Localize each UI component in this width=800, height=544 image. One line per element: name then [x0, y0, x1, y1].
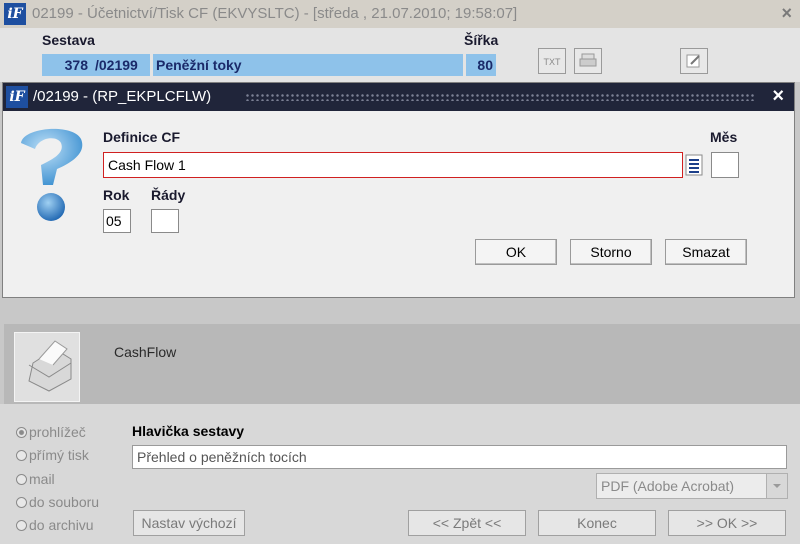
radio-icon: [16, 474, 27, 485]
dialog-close-icon[interactable]: ×: [772, 85, 784, 108]
dialog-title-bar: iF /02199 - (RP_EKPLCFLW) ×: [3, 83, 794, 111]
edit-button[interactable]: [680, 48, 708, 74]
hlavicka-label: Hlavička sestavy: [132, 423, 245, 439]
hlavicka-input[interactable]: Přehled o peněžních tocích: [132, 445, 787, 469]
radio-icon: [16, 497, 27, 508]
chevron-down-icon[interactable]: [766, 474, 787, 498]
txt-export-button[interactable]: TXT: [538, 48, 566, 74]
zpet-button[interactable]: << Zpět <<: [408, 510, 526, 536]
radio-icon: [16, 520, 27, 531]
sirka-field[interactable]: 80: [466, 54, 496, 76]
definice-cf-input[interactable]: Cash Flow 1: [103, 152, 683, 178]
sirka-label: Šířka: [464, 32, 499, 48]
report-icon-tile: [14, 332, 80, 402]
question-icon: [21, 128, 83, 221]
nastav-vychozi-button[interactable]: Nastav výchozí: [133, 510, 245, 536]
report-header-panel: Sestava 378 /02199 Peněžní toky Šířka 80…: [0, 28, 800, 82]
print-preview-button[interactable]: [574, 48, 602, 74]
mes-input[interactable]: [711, 152, 739, 178]
output-option-do-souboru[interactable]: do souboru: [16, 494, 99, 510]
cf-definition-dialog: iF /02199 - (RP_EKPLCFLW) × Definice CF …: [2, 82, 795, 298]
sestava-name-field[interactable]: Peněžní toky: [153, 54, 463, 76]
app-logo-icon: iF: [4, 3, 26, 25]
edit-icon: [686, 54, 700, 68]
rady-label: Řády: [151, 187, 186, 203]
window-close-icon[interactable]: ×: [781, 3, 792, 24]
output-option-prohlizec[interactable]: prohlížeč: [16, 424, 86, 440]
radio-icon: [16, 450, 27, 461]
final-ok-button[interactable]: >> OK >>: [668, 510, 786, 536]
window-title: 02199 - Účetnictví/Tisk CF (EKVYSLTC) - …: [32, 5, 518, 22]
definice-list-button[interactable]: [685, 153, 703, 177]
list-icon: [685, 154, 703, 176]
sestava-label: Sestava: [42, 32, 95, 48]
rok-label: Rok: [103, 187, 130, 203]
smazat-button[interactable]: Smazat: [665, 239, 747, 265]
format-select-value: PDF (Adobe Acrobat): [601, 478, 735, 494]
ok-button[interactable]: OK: [475, 239, 557, 265]
storno-button[interactable]: Storno: [570, 239, 652, 265]
mes-label: Měs: [710, 129, 738, 145]
konec-button[interactable]: Konec: [538, 510, 656, 536]
report-info-band: CashFlow: [4, 324, 800, 404]
output-settings-panel: prohlížeč přímý tisk mail do souboru do …: [0, 404, 800, 544]
sestava-code-field[interactable]: /02199: [92, 54, 150, 76]
output-option-do-archivu[interactable]: do archivu: [16, 517, 94, 533]
rady-input[interactable]: [151, 209, 179, 233]
printer-icon: [28, 340, 72, 392]
sestava-number-field[interactable]: 378: [42, 54, 92, 76]
window-title-bar: iF 02199 - Účetnictví/Tisk CF (EKVYSLTC)…: [0, 0, 800, 28]
dialog-title: /02199 - (RP_EKPLCFLW): [33, 88, 212, 105]
definice-label: Definice CF: [103, 129, 181, 145]
radio-selected-icon: [16, 427, 27, 438]
rok-input[interactable]: 05: [103, 209, 131, 233]
report-name: CashFlow: [114, 344, 177, 360]
title-bar-pattern: [245, 93, 755, 101]
format-select[interactable]: PDF (Adobe Acrobat): [596, 473, 788, 499]
dialog-logo-icon: iF: [6, 86, 28, 108]
output-option-primy-tisk[interactable]: přímý tisk: [16, 447, 89, 463]
printer-icon: [579, 53, 597, 67]
output-option-mail[interactable]: mail: [16, 471, 55, 487]
